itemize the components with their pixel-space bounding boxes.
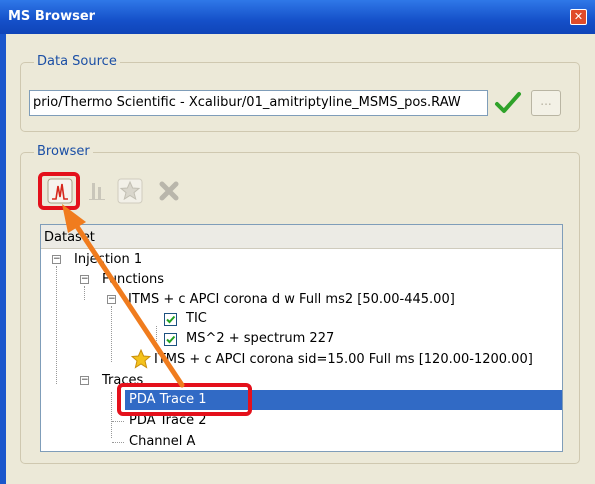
- annotation-arrow: [62, 204, 185, 388]
